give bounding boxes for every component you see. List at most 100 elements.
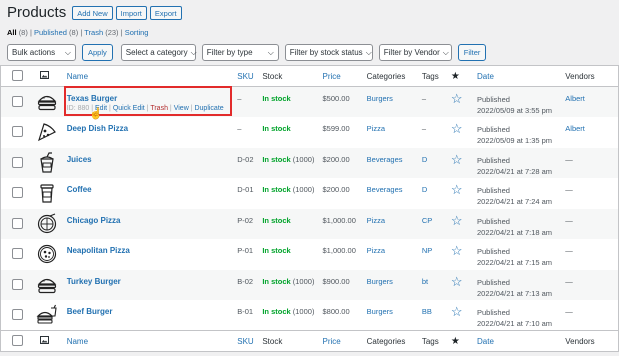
col-price[interactable]: Price <box>322 330 367 352</box>
product-vendor[interactable]: Albert <box>565 117 618 148</box>
col-stock: Stock <box>262 330 323 352</box>
featured-star-icon[interactable]: ☆ <box>451 213 463 228</box>
row-checkbox[interactable] <box>12 278 23 290</box>
add-new-button[interactable]: Add New <box>72 5 113 20</box>
row-checkbox[interactable] <box>12 248 23 259</box>
product-name-link[interactable]: Beef Burger <box>67 307 238 316</box>
burger-icon[interactable] <box>36 91 58 113</box>
table-row: Chicago Pizza P-02 In stock $1,000.00 Pizza… <box>0 208 619 240</box>
col-sku[interactable]: SKU <box>237 330 263 352</box>
product-name-link[interactable]: Deep Dish Pizza <box>67 124 238 133</box>
product-tag-link[interactable]: bt <box>422 270 451 301</box>
product-name-link[interactable]: Texas Burger <box>67 94 238 103</box>
view-published[interactable]: Published <box>34 28 67 37</box>
pizza-slice-icon[interactable] <box>36 121 58 143</box>
separator: | <box>80 28 83 37</box>
bulk-actions-label: Bulk actions <box>12 48 56 57</box>
col-name[interactable]: Name <box>66 330 238 352</box>
export-button[interactable]: Export <box>149 5 182 20</box>
row-checkbox[interactable] <box>12 126 23 137</box>
product-tag-link[interactable]: CP <box>422 209 451 240</box>
product-name-link[interactable]: Juices <box>67 155 238 164</box>
type-select[interactable]: Filter by type ⌵ <box>201 44 279 61</box>
view-link[interactable]: View <box>174 105 189 112</box>
table-row: Coffee D-01 In stock (1000) $200.00 Beverage… <box>1 178 619 209</box>
featured-star-icon[interactable]: ☆ <box>451 91 463 106</box>
featured-star-icon[interactable]: ☆ <box>451 121 463 136</box>
product-vendor[interactable]: Albert <box>565 87 618 118</box>
product-category-link[interactable]: Pizza <box>367 209 422 240</box>
product-tag-link[interactable]: – <box>422 87 451 118</box>
product-category-link[interactable]: Pizza <box>367 239 422 270</box>
featured-star-icon[interactable]: ☆ <box>451 152 463 167</box>
col-date[interactable]: Date <box>477 330 566 352</box>
import-button[interactable]: Import <box>115 5 147 20</box>
featured-star-icon[interactable]: ★ <box>451 71 460 82</box>
select-all-checkbox[interactable] <box>12 69 23 81</box>
product-category-link[interactable]: Beverages <box>367 148 422 179</box>
featured-star-icon[interactable]: ★ <box>451 336 460 347</box>
pizza-whole-icon[interactable] <box>36 212 58 235</box>
stock-status: In stock (1000) <box>262 178 322 209</box>
apply-button[interactable]: Apply <box>82 44 113 61</box>
pizza-round-icon[interactable] <box>36 243 58 265</box>
product-category-link[interactable]: Burgers <box>367 87 422 118</box>
coffee-cup-icon[interactable] <box>36 182 58 204</box>
category-select[interactable]: Select a category ⌵ <box>120 44 197 61</box>
product-name-link[interactable]: Chicago Pizza <box>67 216 238 225</box>
product-date: Published 2022/04/21 at 7:15 am <box>477 239 565 270</box>
quick-edit-link[interactable]: Quick Edit <box>113 105 145 112</box>
product-tag-link[interactable]: D <box>422 148 451 179</box>
product-sku: – <box>237 94 242 103</box>
col-date[interactable]: Date <box>477 65 566 87</box>
stock-label: In stock <box>262 124 291 133</box>
product-name-link[interactable]: Turkey Burger <box>67 277 238 286</box>
view-all[interactable]: All <box>7 28 17 37</box>
duplicate-link[interactable]: Duplicate <box>194 105 223 112</box>
product-name-link[interactable]: Coffee <box>67 185 238 194</box>
product-tag-link[interactable]: D <box>422 178 451 209</box>
stock-status-select[interactable]: Filter by stock status ⌵ <box>284 44 373 61</box>
featured-star-icon[interactable]: ☆ <box>451 304 463 319</box>
view-sorting[interactable]: Sorting <box>125 28 149 37</box>
product-category-link[interactable]: Burgers <box>367 300 422 331</box>
col-sku[interactable]: SKU <box>237 65 263 87</box>
product-sku: B-01 <box>237 307 254 316</box>
bulk-actions-select[interactable]: Bulk actions ⌵ <box>7 44 76 61</box>
col-price[interactable]: Price <box>322 65 367 87</box>
featured-star-icon[interactable]: ☆ <box>451 243 463 258</box>
burger-drink-icon[interactable] <box>36 304 58 326</box>
product-category-link[interactable]: Burgers <box>367 270 422 301</box>
vendor-select[interactable]: Filter by Vendor ⌵ <box>378 44 452 61</box>
featured-star-icon[interactable]: ☆ <box>451 182 463 197</box>
stock-label: In stock <box>262 215 291 225</box>
row-checkbox[interactable] <box>12 217 23 229</box>
view-trash[interactable]: Trash <box>84 28 103 37</box>
date-value: 2022/04/21 at 7:13 am <box>477 288 553 298</box>
row-checkbox[interactable] <box>12 187 23 198</box>
view-trash-count: (23) <box>105 28 119 37</box>
trash-link[interactable]: Trash <box>150 105 168 112</box>
date-status: Published <box>477 186 510 195</box>
stock-label: In stock <box>262 246 291 255</box>
row-checkbox[interactable] <box>12 96 23 107</box>
product-category-link[interactable]: Beverages <box>367 178 422 209</box>
category-label: Select a category <box>125 48 188 57</box>
filter-button[interactable]: Filter <box>457 44 487 61</box>
product-tag-link[interactable]: NP <box>422 239 451 270</box>
date-status: Published <box>477 247 510 256</box>
row-checkbox[interactable] <box>12 309 23 320</box>
juice-cup-icon[interactable] <box>36 151 58 174</box>
product-name-link[interactable]: Neapolitan Pizza <box>67 246 238 255</box>
product-tag-link[interactable]: – <box>422 117 451 148</box>
product-date: Published 2022/04/21 at 7:28 am <box>477 148 565 179</box>
product-date: Published 2022/05/09 at 3:55 pm <box>477 87 565 118</box>
date-status: Published <box>477 216 510 226</box>
row-checkbox[interactable] <box>12 156 23 168</box>
product-category-link[interactable]: Pizza <box>367 117 422 148</box>
col-name[interactable]: Name <box>66 65 238 87</box>
featured-star-icon[interactable]: ☆ <box>451 274 463 289</box>
burger-icon[interactable] <box>36 274 58 296</box>
product-tag-link[interactable]: BB <box>422 300 451 331</box>
select-all-checkbox[interactable] <box>12 334 23 346</box>
